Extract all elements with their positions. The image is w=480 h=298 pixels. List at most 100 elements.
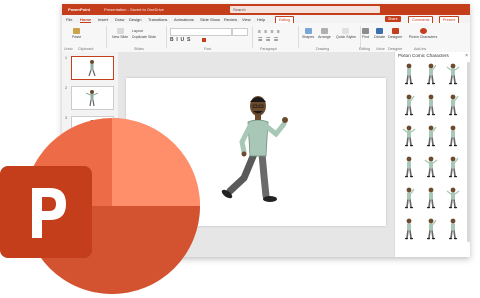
character-grid[interactable] (397, 61, 467, 256)
character-thumbnail[interactable] (448, 124, 458, 148)
tab-view[interactable]: View (242, 17, 251, 22)
tab-animations[interactable]: Animations (174, 17, 194, 22)
character-thumbnail[interactable] (404, 217, 414, 241)
group-label-add-ins: Add-ins (414, 47, 427, 51)
shapes-label: Shapes (302, 35, 315, 39)
character-thumbnail[interactable] (426, 93, 436, 117)
font-color-icon[interactable] (202, 38, 206, 42)
tab-insert[interactable]: Insert (98, 17, 108, 22)
character-thumbnail[interactable] (404, 62, 414, 86)
font-size-dropdown[interactable] (232, 28, 248, 36)
document-title[interactable]: Presentation - Saved to OneDrive (104, 7, 164, 12)
character-thumbnail[interactable] (427, 64, 436, 85)
tab-help[interactable]: Help (257, 17, 265, 22)
ribbon-divider (298, 26, 299, 48)
arrange-icon (320, 28, 328, 34)
new-slide-label: New Slide (112, 35, 129, 39)
group-label-slides: Slides (134, 47, 144, 51)
present-label: Present (443, 18, 456, 22)
slide-thumbnail-1[interactable] (71, 56, 114, 80)
character-thumbnail[interactable] (449, 157, 458, 178)
slide-number: 2 (65, 86, 67, 90)
group-label-drawing: Drawing (316, 47, 330, 51)
designer-button[interactable]: Designer (388, 28, 402, 39)
character-thumbnail[interactable] (447, 64, 459, 85)
find-button[interactable]: Find (362, 28, 369, 39)
alignment-buttons[interactable]: ☰ ☰ ☰ (258, 37, 279, 43)
character-thumbnail[interactable] (448, 217, 458, 241)
ribbon: Paste New Slide Layout Duplicate Slide B… (62, 23, 470, 53)
character-thumbnail[interactable] (405, 188, 414, 209)
new-slide-icon (116, 28, 124, 34)
arrange-button[interactable]: Arrange (318, 28, 331, 39)
tab-file[interactable]: File (66, 17, 72, 22)
comments-label: Comments (412, 18, 430, 22)
group-label-paragraph: Paragraph (260, 47, 277, 51)
ribbon-divider (252, 26, 253, 48)
group-label-undo: Undo (64, 47, 73, 51)
tab-design[interactable]: Design (129, 17, 141, 22)
editing-label: Editing (279, 18, 290, 22)
group-label-designer: Designer (388, 47, 403, 51)
app-name: PowerPoint (68, 7, 91, 12)
designer-icon (391, 28, 399, 34)
designer-label: Designer (388, 35, 403, 39)
find-label: Find (362, 35, 369, 39)
pixton-characters-label: Pixton Characters (408, 35, 438, 39)
dictate-button[interactable]: Dictate (374, 28, 385, 39)
arrange-label: Arrange (318, 35, 331, 39)
search-placeholder: Search (233, 7, 246, 12)
layout-button[interactable]: Layout (132, 29, 143, 33)
title-bar: PowerPoint Presentation - Saved to OneDr… (62, 4, 470, 15)
character-thumbnail[interactable] (426, 186, 436, 210)
quick-styles-button[interactable]: Quick Styles (336, 28, 356, 39)
paste-label: Paste (72, 35, 82, 39)
character-thumbnail[interactable] (449, 95, 458, 116)
character-thumbnail[interactable] (447, 188, 459, 209)
font-name-dropdown[interactable] (170, 28, 232, 36)
ribbon-tabs: File Home Insert Draw Design Transitions… (62, 15, 470, 24)
character-thumbnail[interactable] (404, 155, 414, 179)
ribbon-divider (360, 26, 361, 48)
share-button[interactable]: Share (385, 16, 401, 22)
group-label-clipboard: Clipboard (78, 47, 94, 51)
tab-draw[interactable]: Draw (115, 17, 124, 22)
slide-number: 1 (65, 56, 67, 60)
character-thumbnail[interactable] (427, 219, 436, 240)
dictate-label: Dictate (374, 35, 386, 39)
group-label-voice: Voice (376, 47, 385, 51)
pixton-characters-pane: Pixton Comic Characters × (394, 52, 470, 257)
paste-icon (73, 28, 81, 34)
share-label: Share (388, 17, 398, 21)
pixton-icon (419, 28, 427, 34)
quick-styles-icon (342, 28, 350, 34)
pane-scrollbar[interactable] (467, 62, 470, 242)
character-thumbnail[interactable] (427, 126, 436, 147)
quick-styles-label: Quick Styles (336, 35, 356, 39)
ribbon-divider (166, 26, 167, 48)
find-icon (362, 28, 369, 34)
character-thumbnail[interactable] (403, 126, 415, 147)
search-box[interactable]: Search (230, 6, 380, 13)
pixton-characters-button[interactable]: Pixton Characters (406, 28, 440, 39)
font-format-buttons[interactable]: B I U S (170, 37, 190, 43)
group-label-font: Font (204, 47, 212, 51)
group-label-editing: Editing (359, 47, 370, 51)
new-slide-button[interactable]: New Slide (112, 28, 128, 39)
character-thumbnail[interactable] (425, 157, 437, 178)
close-icon[interactable]: × (465, 53, 468, 59)
shapes-button[interactable]: Shapes (302, 28, 314, 39)
powerpoint-logo-icon (0, 118, 200, 294)
microphone-icon (376, 28, 384, 34)
ribbon-divider (106, 26, 107, 48)
paste-button[interactable]: Paste (72, 28, 81, 39)
character-thumbnail[interactable] (405, 95, 414, 116)
tab-slide-show[interactable]: Slide Show (200, 17, 220, 22)
duplicate-slide-button[interactable]: Duplicate Slide (132, 35, 156, 39)
tab-transitions[interactable]: Transitions (148, 17, 167, 22)
pane-title: Pixton Comic Characters (398, 53, 449, 58)
tab-review[interactable]: Review (224, 17, 237, 22)
paragraph-buttons[interactable]: ≡ ≡ ≡ ≡ (258, 29, 281, 35)
character-icon (88, 60, 96, 77)
shapes-icon (304, 28, 312, 34)
